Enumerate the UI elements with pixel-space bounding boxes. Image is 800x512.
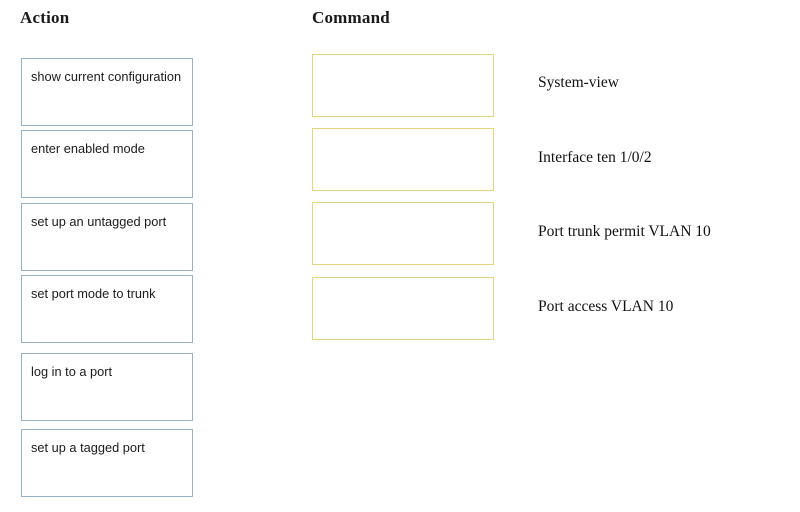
action-tile-label: log in to a port [31, 364, 113, 379]
matching-exercise-canvas: Action Command show current configuratio… [0, 0, 800, 512]
action-tile[interactable]: set up an untagged port [21, 203, 193, 271]
action-tile-label: set up an untagged port [31, 214, 167, 229]
action-tile[interactable]: set port mode to trunk [21, 275, 193, 343]
command-label: Port trunk permit VLAN 10 [538, 223, 711, 240]
command-drop-zone[interactable] [312, 277, 494, 340]
command-label: System-view [538, 74, 619, 91]
action-tile-label: set up a tagged port [31, 440, 145, 455]
command-drop-zone[interactable] [312, 202, 494, 265]
command-label: Port access VLAN 10 [538, 298, 674, 315]
action-tile-label: show current configuration [31, 69, 182, 84]
action-tile[interactable]: log in to a port [21, 353, 193, 421]
action-tile[interactable]: show current configuration [21, 58, 193, 126]
action-column-header: Action [20, 8, 70, 27]
action-tile[interactable]: set up a tagged port [21, 429, 193, 497]
command-label: Interface ten 1/0/2 [538, 149, 652, 166]
action-tile-label: enter enabled mode [31, 141, 145, 156]
action-tile[interactable]: enter enabled mode [21, 130, 193, 198]
command-drop-zone[interactable] [312, 128, 494, 191]
action-tile-label: set port mode to trunk [31, 286, 156, 301]
command-column-header: Command [312, 8, 390, 27]
command-drop-zone[interactable] [312, 54, 494, 117]
